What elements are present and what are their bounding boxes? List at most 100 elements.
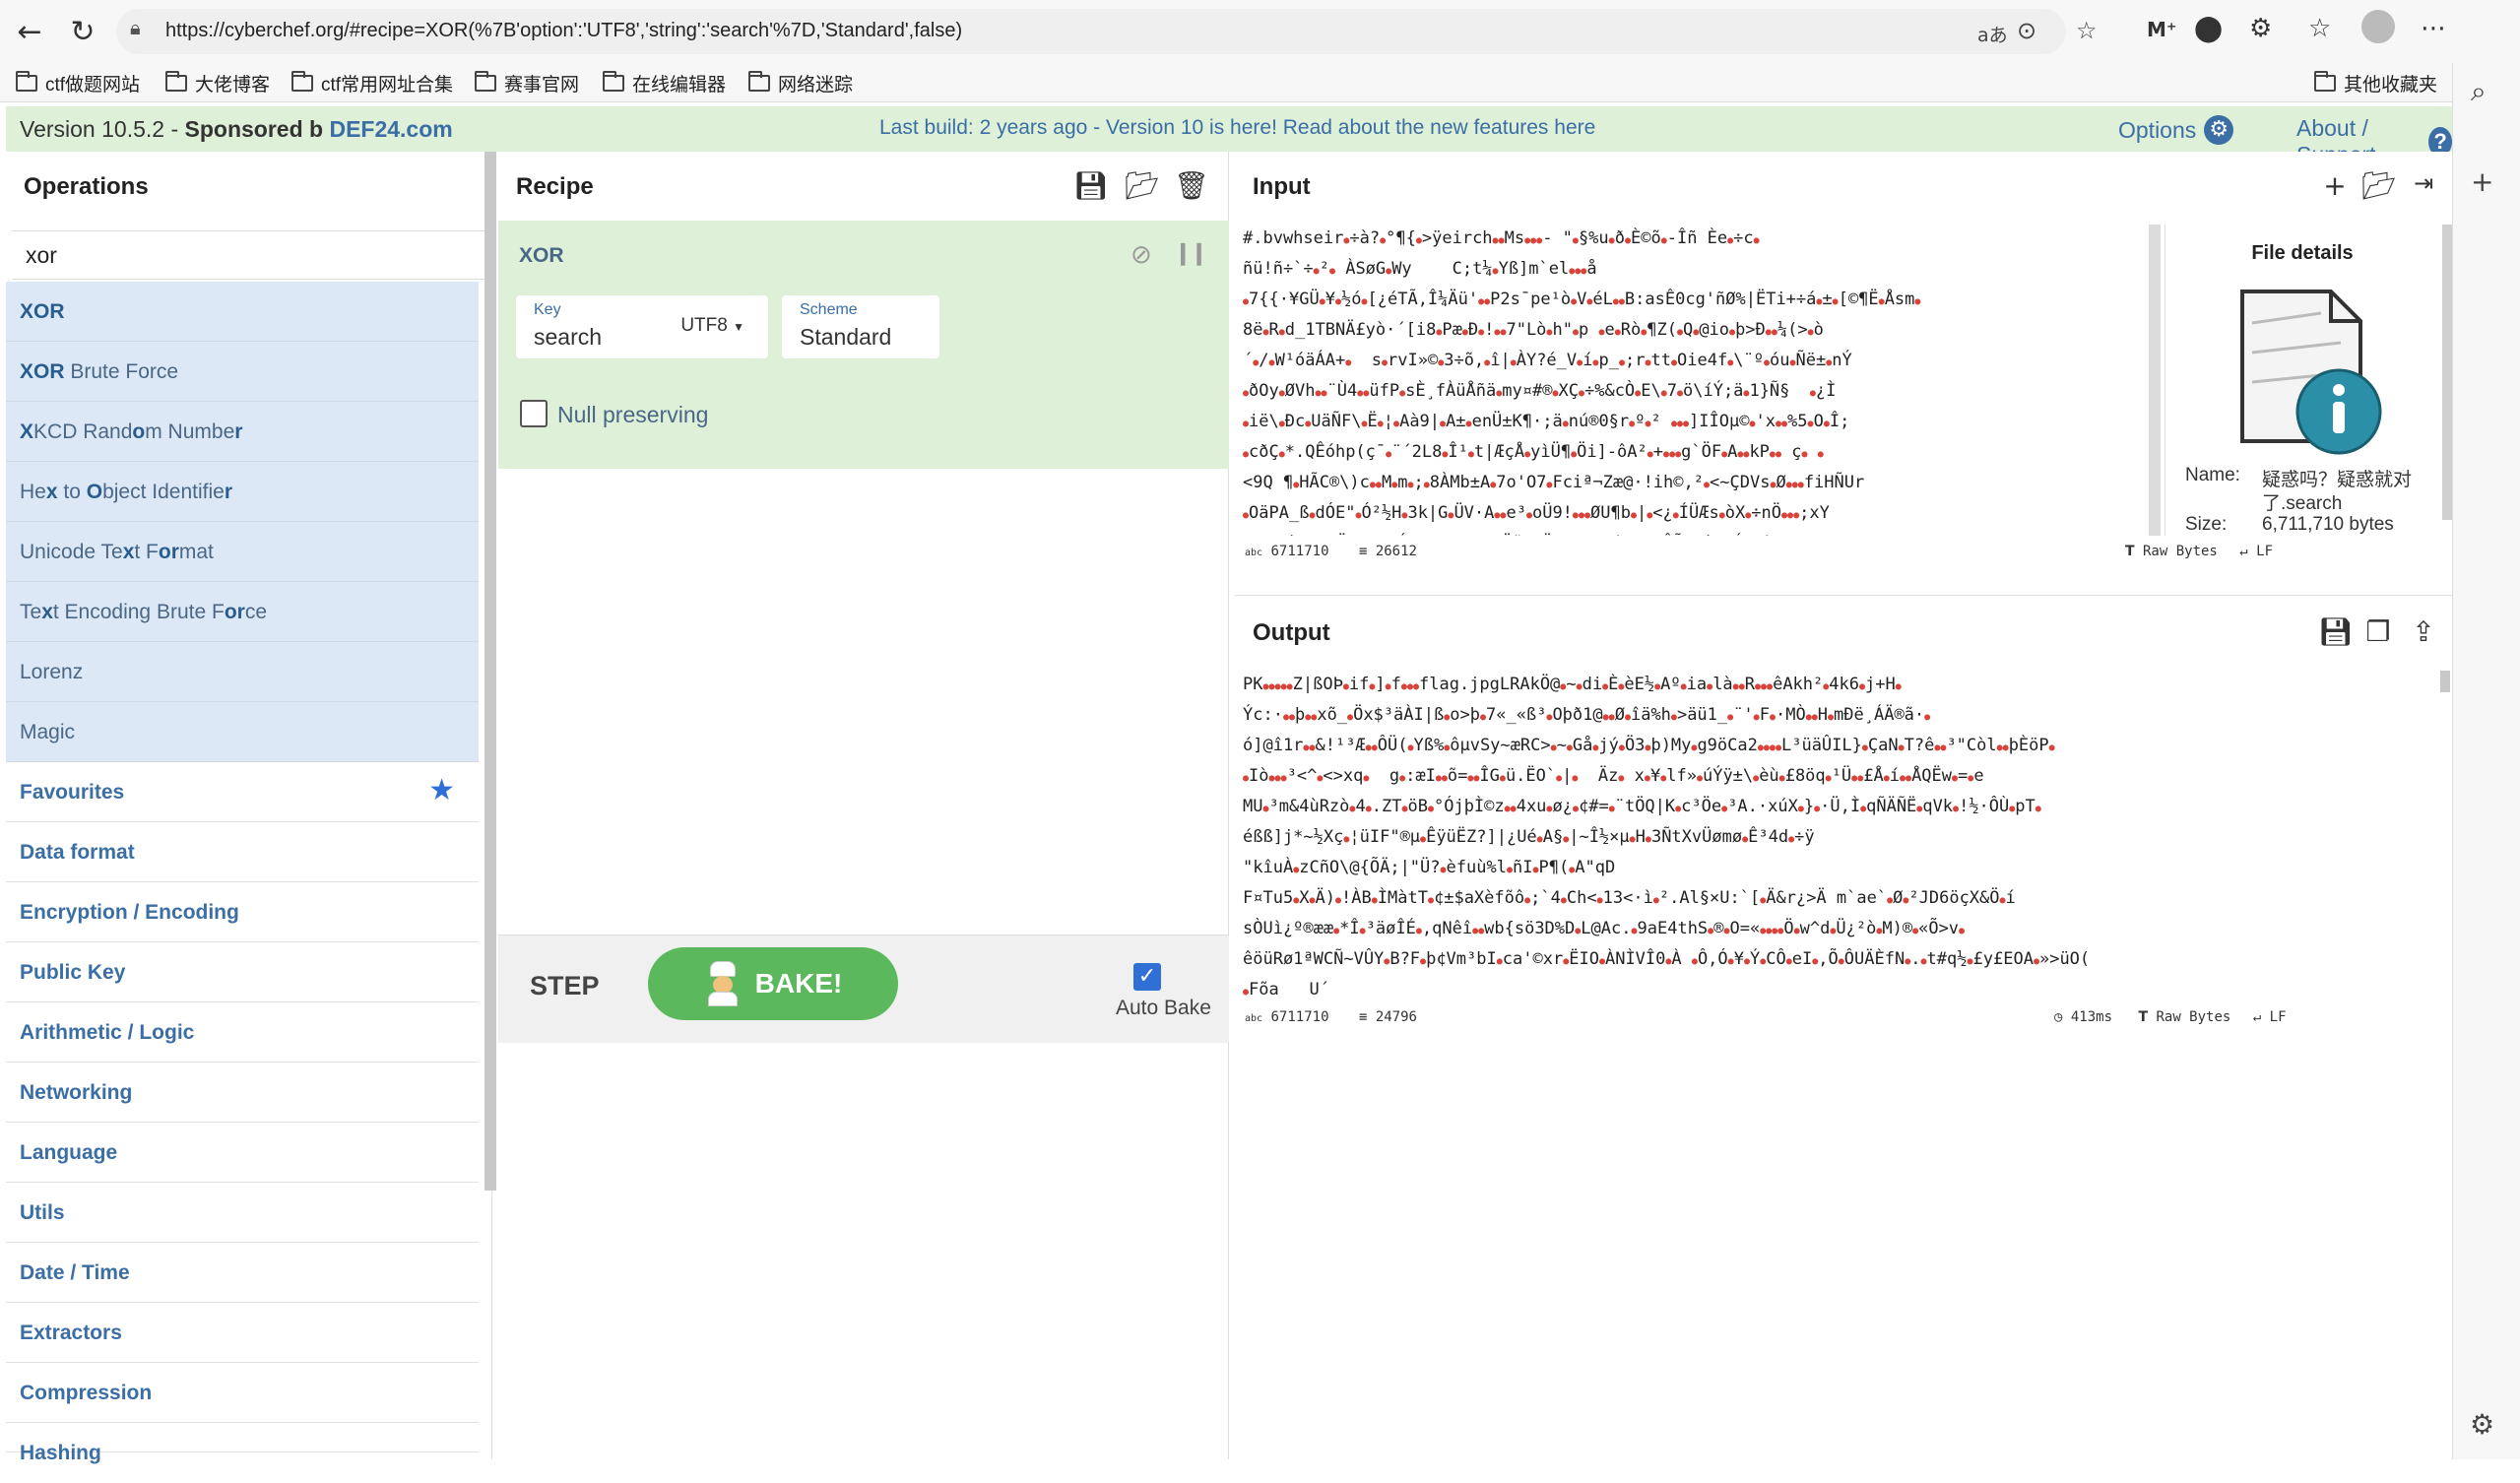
replace-input-icon[interactable]: ⇪	[2407, 615, 2440, 649]
favorites-bar-icon[interactable]: ☆	[2308, 14, 2331, 43]
more-info-icon[interactable]: ⊙	[2017, 17, 2036, 44]
auto-bake-checkbox[interactable]: ✓	[1133, 963, 1161, 991]
bookmark-editor[interactable]: 在线编辑器	[603, 70, 726, 97]
bake-controls: STEP BAKE! ✓ Auto Bake	[498, 935, 1229, 1043]
folder-icon	[291, 71, 313, 92]
bookmark-other[interactable]: 其他收藏夹	[2314, 70, 2437, 97]
file-size-row: Size: 6,711,710 bytes	[2185, 514, 2394, 535]
input-encoding-status[interactable]: T Raw Bytes ↵ LF	[2125, 544, 2273, 567]
category-favourites[interactable]: Favourites ★	[6, 762, 479, 822]
banner: Version 10.5.2 - Sponsored b DEF24.com L…	[6, 106, 2452, 167]
bookmark-blogs[interactable]: 大佬博客	[165, 70, 270, 97]
text-line: #.bvwhseir●÷à?●°¶{●>ÿeirch●●Ms●●●- "●§%u…	[1243, 228, 1760, 248]
operations-panel: Operations xor XOR XOR Brute Force XKCD …	[6, 152, 496, 1464]
profile-avatar-icon[interactable]	[2361, 10, 2395, 50]
category-extractors[interactable]: Extractors	[6, 1303, 479, 1363]
bookmark-ctf-links[interactable]: ctf常用网址合集	[291, 70, 453, 97]
url-text[interactable]: https://cyberchef.org/#recipe=XOR(%7B'op…	[165, 20, 962, 42]
search-icon[interactable]: ⌕	[2471, 75, 2487, 108]
op-xkcd-random-number[interactable]: XKCD Random Number	[6, 402, 479, 462]
operations-search-input[interactable]: xor	[12, 230, 485, 280]
key-field[interactable]: Key search UTF8 ▼	[516, 295, 768, 358]
op-xor[interactable]: XOR	[6, 282, 479, 342]
input-scrollbar[interactable]	[2149, 225, 2161, 536]
sponsor-link[interactable]: DEF24.com	[329, 116, 452, 142]
text-line: sÒUì¿º®ææ●*Î●³äøÎÉ●,qNêî●●wb{sö3D%D●L@Ac…	[1243, 919, 1966, 938]
reload-icon[interactable]: ↻	[63, 12, 102, 51]
input-panel: Input + 📂︎ ⇥ #.bvwhseir●÷à?●°¶{●>ÿeirch●…	[1235, 152, 2452, 571]
open-file-icon[interactable]: ⇥	[2407, 169, 2440, 203]
file-details-panel: File details Name: 疑惑吗？疑惑就对 了.search Siz…	[2165, 225, 2438, 536]
key-encoding-dropdown[interactable]: UTF8 ▼	[680, 315, 744, 337]
caret-down-icon: ▼	[733, 320, 744, 334]
char-count-icon: abc	[1245, 548, 1263, 558]
gear-icon: ⚙	[2204, 115, 2234, 145]
back-icon[interactable]: ←	[10, 12, 49, 51]
op-magic[interactable]: Magic	[6, 702, 479, 762]
op-xor-brute-force[interactable]: XOR Brute Force	[6, 342, 479, 402]
output-scrollbar[interactable]	[2440, 671, 2450, 692]
bookmark-osint[interactable]: 网络迷踪	[748, 70, 853, 97]
op-hex-to-object-identifier[interactable]: Hex to Object Identifier	[6, 462, 479, 522]
op-lorenz[interactable]: Lorenz	[6, 642, 479, 702]
operations-title: Operations	[24, 173, 149, 200]
text-line: PK●●●●●Z|ßOÞ●if●]●f●●●flag.jpgLRAkÖ@●~●d…	[1243, 675, 1902, 694]
settings-gear-icon[interactable]: ⚙︎	[2470, 1408, 2494, 1441]
key-input[interactable]: search	[534, 324, 602, 351]
input-textarea[interactable]: #.bvwhseir●÷à?●°¶{●>ÿeirch●●Ms●●●- "●§%u…	[1243, 225, 2165, 536]
notice-link[interactable]: here	[1554, 116, 1595, 139]
menu-more-icon[interactable]: ⋯	[2421, 14, 2446, 43]
clear-recipe-icon[interactable]: 🗑︎	[1174, 169, 1209, 203]
eol-icon: ↵	[2252, 1009, 2262, 1025]
category-compression[interactable]: Compression	[6, 1363, 479, 1423]
version-text: Version 10.5.2 - Sponsored b DEF24.com	[20, 116, 453, 142]
scheme-select[interactable]: Standard	[800, 324, 891, 351]
category-language[interactable]: Language	[6, 1123, 479, 1183]
save-output-icon[interactable]: 💾︎	[2318, 615, 2354, 649]
add-icon[interactable]: +	[2471, 165, 2493, 198]
media-icon[interactable]: M⁺	[2147, 18, 2176, 41]
text-line: ●cðÇ●*.QÊóhp(ç¯●¨´2L8●Î¹●t|ÆçÅ●yìÜ¶●Öi]-…	[1243, 442, 1824, 462]
lock-icon[interactable]: 🔒︎	[130, 18, 141, 40]
favorite-star-icon[interactable]: ☆	[2076, 17, 2098, 44]
category-encryption-encoding[interactable]: Encryption / Encoding	[6, 882, 479, 942]
copy-output-icon[interactable]: ❐	[2361, 615, 2395, 649]
bookmark-events[interactable]: 赛事官网	[475, 70, 579, 97]
file-panel-scrollbar[interactable]	[2442, 225, 2452, 520]
options-button[interactable]: Options ⚙	[2118, 115, 2234, 145]
open-folder-icon[interactable]: 📂︎	[2361, 169, 2397, 203]
category-arithmetic-logic[interactable]: Arithmetic / Logic	[6, 1002, 479, 1063]
null-preserving-label: Null preserving	[557, 402, 709, 427]
op-unicode-text-format[interactable]: Unicode Text Format	[6, 522, 479, 582]
breakpoint-icon[interactable]: ❙❙	[1174, 240, 1208, 266]
output-textarea[interactable]: PK●●●●●Z|ßOÞ●if●]●f●●●flag.jpgLRAkÖ@●~●d…	[1243, 671, 2436, 1001]
category-hashing[interactable]: Hashing	[6, 1423, 479, 1464]
category-networking[interactable]: Networking	[6, 1063, 479, 1123]
text-line: ●Fõa U´	[1243, 980, 1329, 999]
extension-badge-icon[interactable]: ⬤	[2194, 14, 2223, 43]
category-utils[interactable]: Utils	[6, 1183, 479, 1243]
save-recipe-icon[interactable]: 💾︎	[1073, 169, 1109, 203]
chef-icon	[704, 961, 742, 1006]
browser-sidebar: ⌕ +	[2452, 63, 2520, 1459]
bake-button[interactable]: BAKE!	[648, 947, 898, 1020]
line-count-icon: ≡	[1358, 1009, 1368, 1025]
scheme-field[interactable]: Scheme Standard	[782, 295, 939, 358]
operations-scrollbar[interactable]	[485, 152, 496, 1191]
translate-icon[interactable]: aあ	[1977, 21, 2008, 47]
op-text-encoding-brute-force[interactable]: Text Encoding Brute Force	[6, 582, 479, 642]
category-public-key[interactable]: Public Key	[6, 942, 479, 1002]
extensions-icon[interactable]: ⚙︎	[2249, 14, 2272, 43]
disable-op-icon[interactable]: ⊘	[1131, 240, 1152, 270]
step-button[interactable]: STEP	[530, 971, 600, 1001]
add-tab-icon[interactable]: +	[2318, 169, 2352, 203]
text-line: ñü!ñ÷`÷●²● ÀSøG●Wy C;t¼●Yß]m`el●●●å	[1243, 259, 1597, 279]
line-count-icon: ≡	[1358, 544, 1368, 559]
null-preserving-checkbox[interactable]	[520, 400, 548, 427]
bookmark-ctf-sites[interactable]: ctf做题网站	[16, 70, 140, 97]
category-data-format[interactable]: Data format	[6, 822, 479, 882]
address-bar[interactable]: 🔒︎ https://cyberchef.org/#recipe=XOR(%7B…	[116, 9, 2098, 54]
load-recipe-icon[interactable]: 📂︎	[1125, 169, 1160, 203]
category-date-time[interactable]: Date / Time	[6, 1243, 479, 1303]
text-line: ●OäPA_ß●dÓE"●Ó²½H●3k|G●ÜV·A●●e³●oÜ9!●●●Ø…	[1243, 503, 1830, 523]
